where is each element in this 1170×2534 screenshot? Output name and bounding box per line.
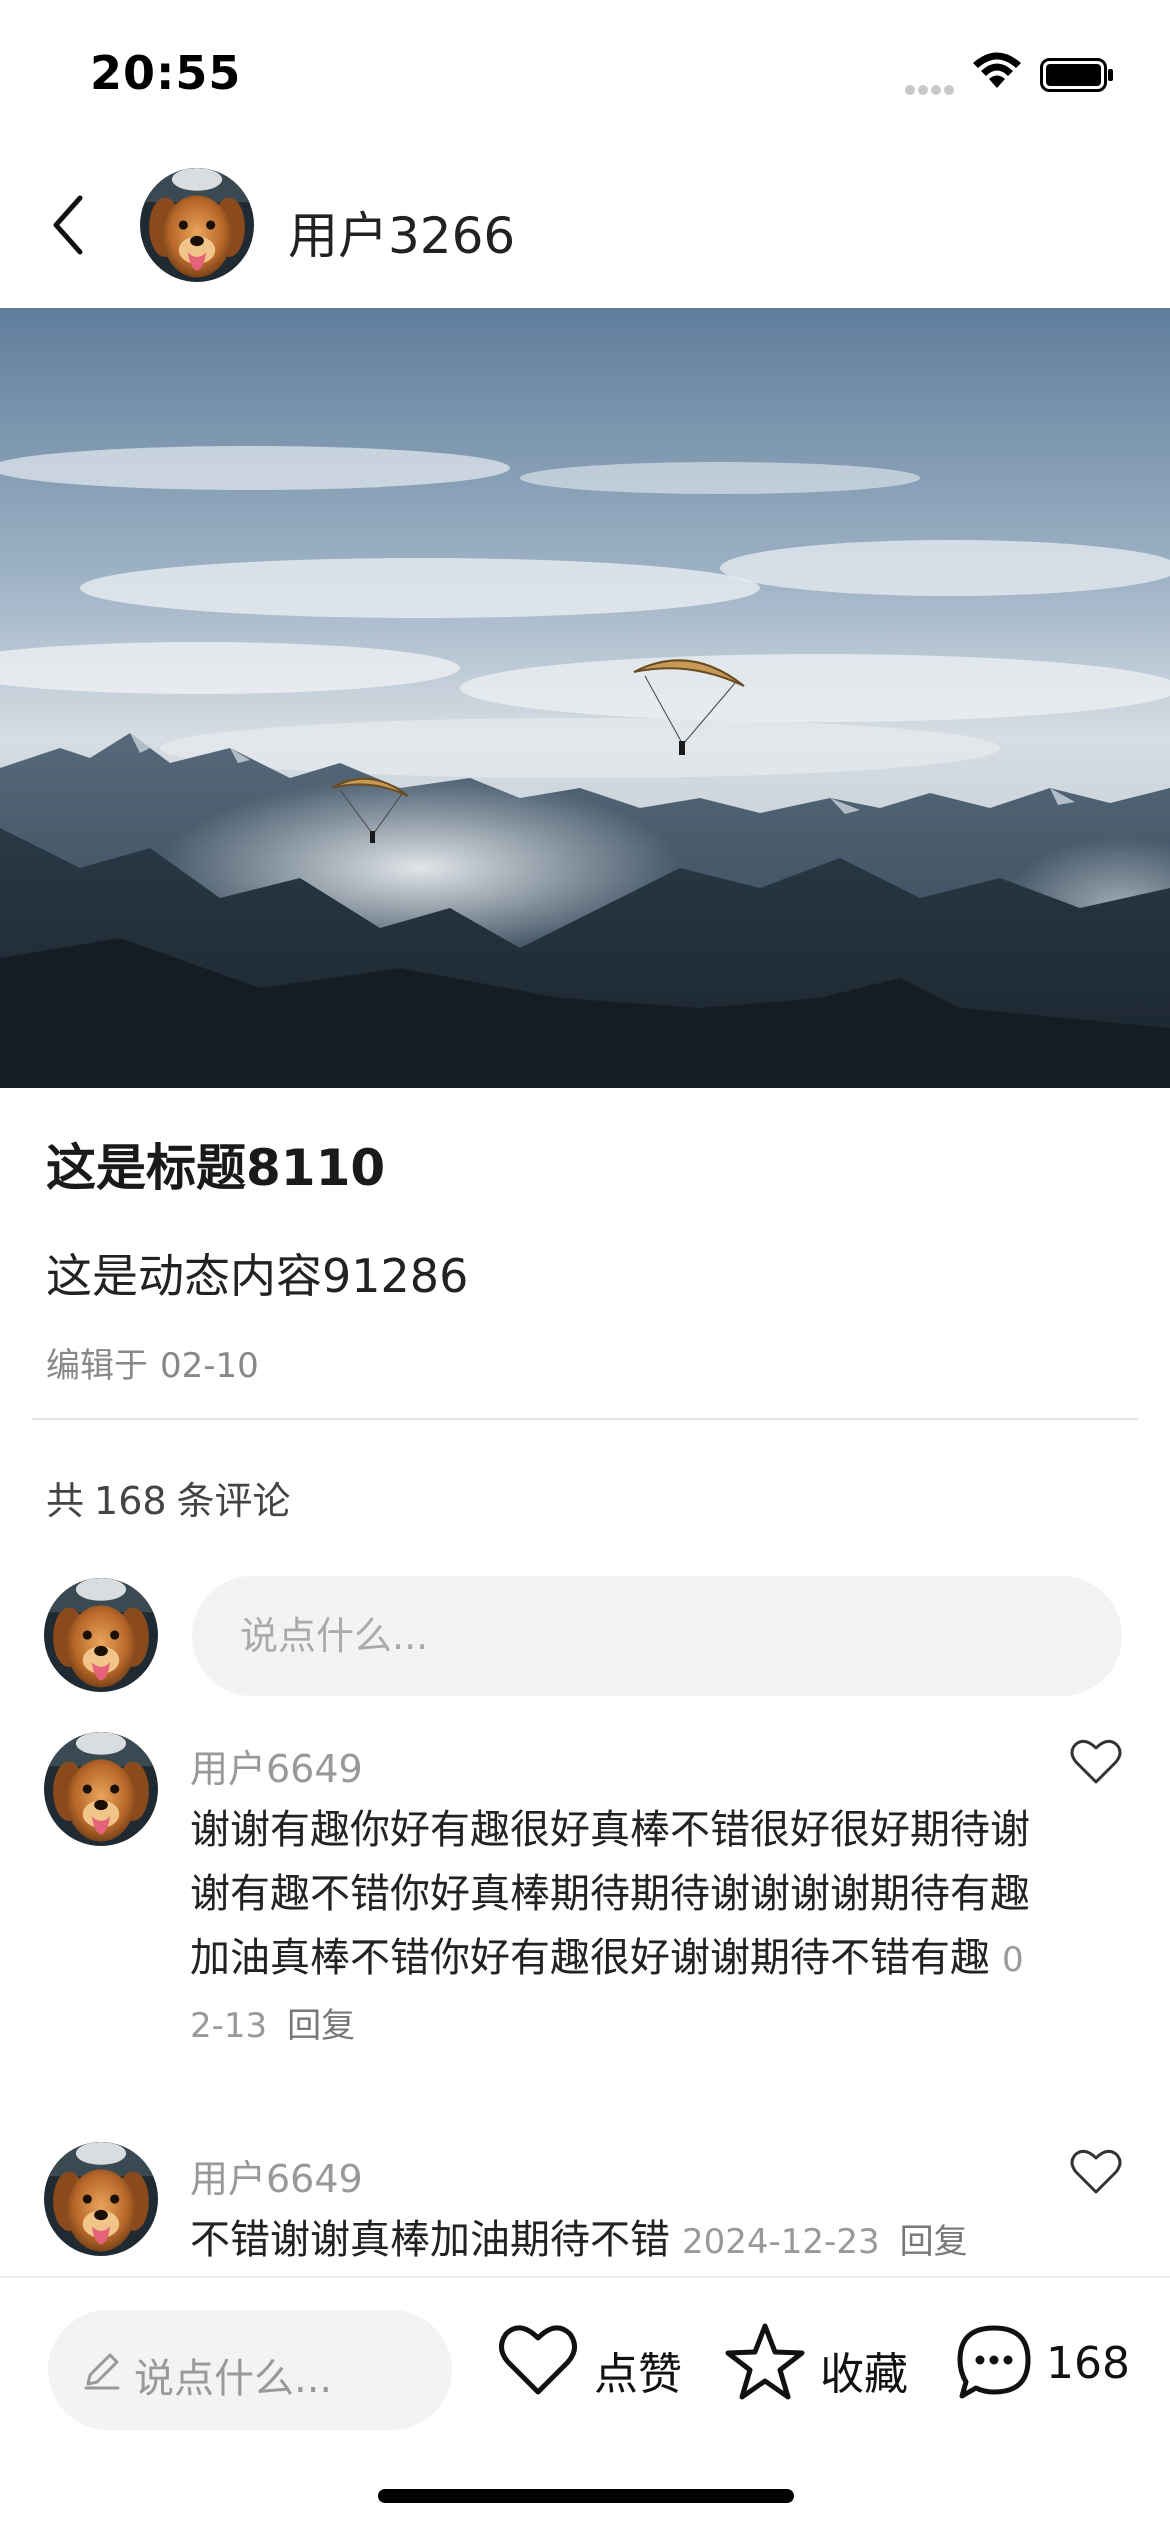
comment-count-prefix: 共 — [46, 1479, 85, 1523]
pencil-icon — [84, 2353, 120, 2390]
comment-count-badge: 168 — [1046, 2338, 1130, 2389]
divider — [32, 1418, 1138, 1420]
comment-text: 不错谢谢真棒加油期待不错 — [190, 2217, 670, 2263]
comment-count-suffix: 条评论 — [176, 1479, 291, 1523]
comment-input[interactable] — [192, 1576, 1122, 1696]
comment-count-number: 168 — [94, 1479, 167, 1523]
commenter-username[interactable]: 用户6649 — [190, 2148, 363, 2203]
author-avatar[interactable] — [140, 168, 254, 282]
commenter-avatar[interactable] — [44, 1732, 158, 1846]
favorite-button[interactable]: 收藏 — [724, 2318, 914, 2408]
comment-date: 2024-12-23 — [682, 2222, 880, 2262]
commenter-username[interactable]: 用户6649 — [190, 1738, 363, 1793]
home-indicator — [378, 2489, 794, 2503]
bottom-input-placeholder: 说点什么... — [134, 2356, 333, 2402]
wifi-icon — [973, 52, 1021, 88]
post-edited-info: 编辑于 02-10 — [46, 1338, 259, 1387]
post-content: 这是动态内容91286 — [46, 1249, 469, 1303]
comment-body: 谢谢有趣你好有趣很好真棒不错很好很好期待谢谢有趣不错你好真棒期待期待谢谢谢谢期待… — [190, 1798, 1030, 2058]
reply-button[interactable]: 回复 — [900, 2222, 968, 2262]
star-outline-icon — [725, 2323, 805, 2400]
edited-prefix: 编辑于 — [46, 1346, 148, 1386]
edited-date: 02-10 — [160, 1346, 259, 1386]
status-bar: 20:55 — [0, 0, 1170, 150]
comment-item: 用户6649 不错谢谢真棒加油期待不错 2024-12-23 回复 — [0, 2142, 1170, 2282]
bottom-comment-input[interactable]: 说点什么... — [48, 2310, 452, 2430]
comment-like-icon[interactable] — [1070, 2148, 1122, 2196]
comment-button[interactable]: 168 — [954, 2318, 1134, 2408]
post-title: 这是标题8110 — [46, 1139, 386, 1197]
comment-text: 谢谢有趣你好有趣很好真棒不错很好很好期待谢谢有趣不错你好真棒期待期待谢谢谢谢期待… — [190, 1807, 1030, 1981]
comment-item: 用户6649 谢谢有趣你好有趣很好真棒不错很好很好期待谢谢有趣不错你好真棒期待期… — [0, 1732, 1170, 2052]
nav-header: 用户3266 — [0, 150, 1170, 308]
comment-body: 不错谢谢真棒加油期待不错 2024-12-23 回复 — [190, 2208, 1070, 2274]
like-button[interactable]: 点赞 — [498, 2318, 688, 2408]
post-image[interactable] — [0, 308, 1170, 1088]
heart-outline-icon — [499, 2325, 577, 2395]
reply-button[interactable]: 回复 — [287, 2006, 355, 2046]
battery-icon — [1040, 58, 1113, 92]
current-user-avatar — [44, 1578, 158, 1692]
cellular-signal-icon — [905, 80, 957, 99]
chevron-left-icon[interactable] — [46, 190, 96, 260]
comment-count-label: 共 168 条评论 — [46, 1470, 301, 1525]
favorite-label: 收藏 — [820, 2349, 908, 2400]
like-label: 点赞 — [594, 2349, 682, 2400]
chat-bubble-icon — [957, 2325, 1031, 2399]
author-username[interactable]: 用户3266 — [288, 196, 515, 268]
commenter-avatar[interactable] — [44, 2142, 158, 2256]
status-time: 20:55 — [90, 46, 242, 100]
comment-like-icon[interactable] — [1070, 1738, 1122, 1786]
